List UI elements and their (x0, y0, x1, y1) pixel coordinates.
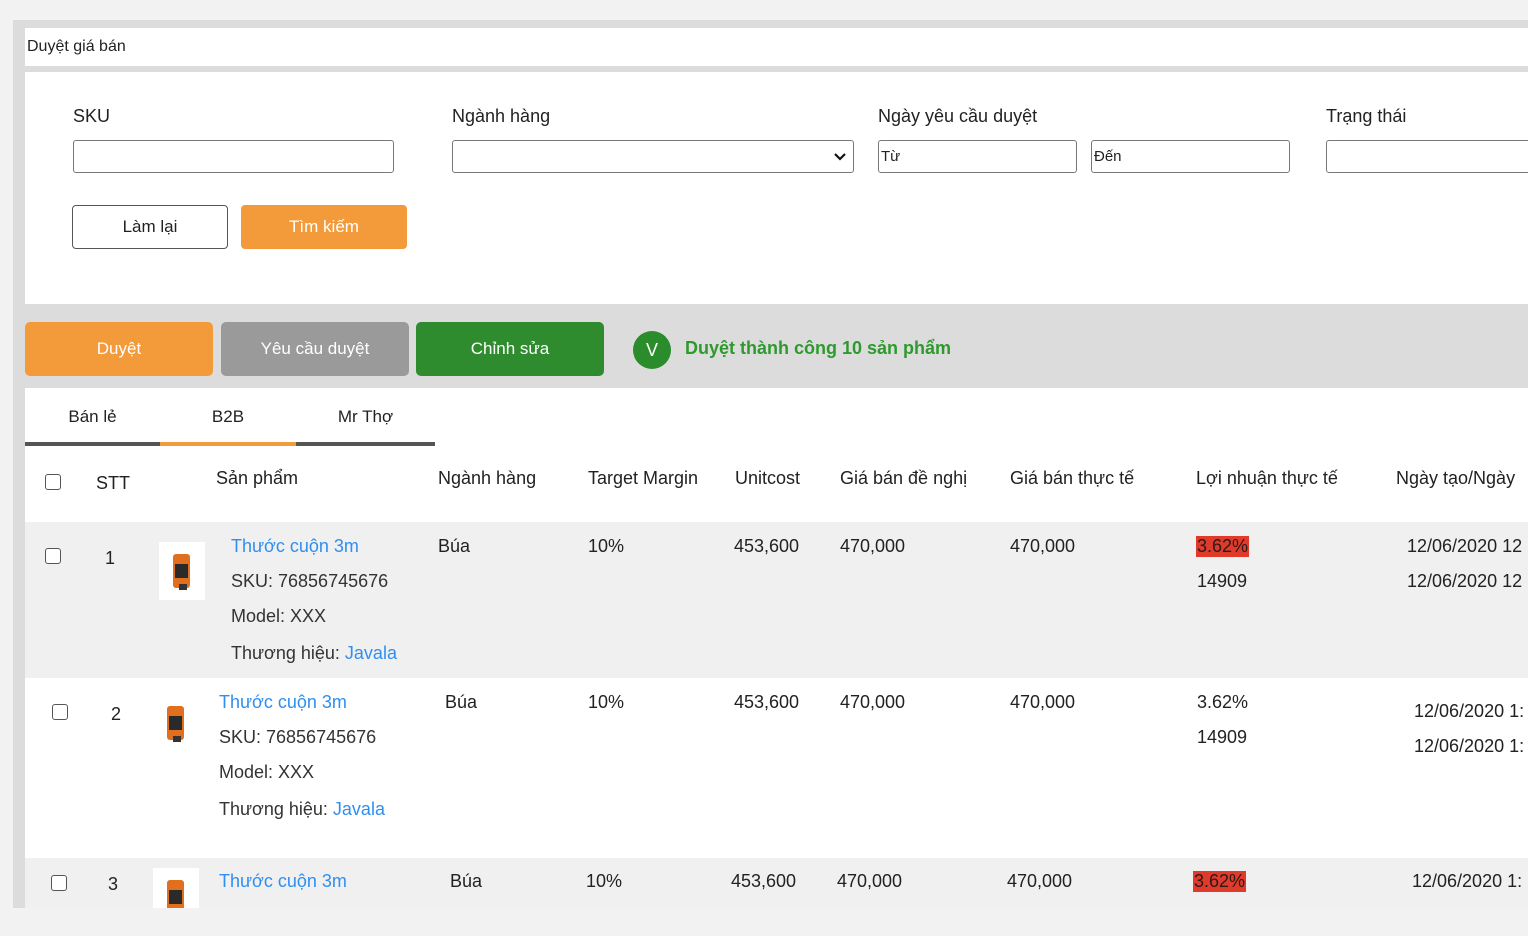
row-category: Búa (438, 536, 471, 556)
brand-link[interactable]: Javala (333, 799, 385, 819)
product-name-link[interactable]: Thước cuộn 3m (219, 692, 347, 713)
row-profit-percent: 3.62% (1193, 871, 1247, 892)
tab-retail-underline (25, 442, 160, 446)
status-select[interactable] (1326, 140, 1528, 173)
category-select[interactable] (452, 140, 854, 173)
success-message: Duyệt thành công 10 sản phẩm (685, 338, 952, 358)
row-actual-price: 470,000 (1010, 692, 1076, 712)
success-check-icon: V (633, 331, 671, 369)
row-profit-percent: 3.62% (1196, 536, 1250, 557)
table-header: STT Sản phẩm Ngành hàng Target Margin Un… (25, 448, 1528, 522)
product-brand: Thương hiệu: Javala (231, 643, 397, 664)
brand-label: Thương hiệu: (231, 643, 345, 663)
row-created-date: 12/06/2020 12 (1407, 536, 1523, 556)
request-date-label: Ngày yêu cầu duyệt (878, 106, 1038, 126)
row-suggested-price: 470,000 (840, 536, 906, 556)
product-sku: SKU: 76856745676 (219, 727, 377, 747)
product-name-link[interactable]: Thước cuộn 3m (231, 536, 359, 557)
row-checkbox[interactable] (52, 704, 68, 720)
search-button[interactable]: Tìm kiếm (241, 205, 407, 249)
tab-b2b-label: B2B (211, 407, 245, 426)
tab-mr-tho[interactable]: Mr Thợ (296, 388, 435, 446)
product-table-area: Bán lẻ B2B Mr Thợ STT Sản phẩm Ngành hàn… (25, 388, 1528, 908)
page-title: Duyệt giá bán (25, 28, 1528, 66)
product-thumbnail (153, 694, 199, 752)
status-label: Trạng thái (1326, 106, 1407, 126)
row-unitcost: 453,600 (734, 536, 800, 556)
column-header-target-margin: Target Margin (588, 468, 699, 488)
brand-label: Thương hiệu: (219, 799, 333, 819)
row-checkbox[interactable] (45, 548, 61, 564)
date-to-input[interactable]: Đến (1091, 140, 1290, 173)
tape-measure-icon (167, 880, 184, 908)
tab-b2b-underline (160, 442, 296, 446)
row-target-margin: 10% (588, 536, 625, 556)
row-category: Búa (445, 692, 478, 712)
row-updated-date: 12/06/2020 1: (1414, 736, 1525, 756)
row-stt: 1 (105, 548, 116, 568)
product-brand: Thương hiệu: Javala (219, 799, 385, 820)
tab-mr-tho-label: Mr Thợ (337, 407, 394, 426)
sku-label: SKU (73, 106, 111, 126)
product-thumbnail (153, 868, 199, 908)
row-created-date: 12/06/2020 1: (1412, 871, 1523, 891)
table-row: 1 Thước cuộn 3m SKU: 76856745676 Model: … (25, 522, 1528, 678)
channel-tabs: Bán lẻ B2B Mr Thợ (25, 388, 435, 448)
row-updated-date: 12/06/2020 12 (1407, 571, 1523, 591)
row-stt: 2 (111, 704, 122, 724)
row-category: Búa (450, 871, 483, 891)
edit-button[interactable]: Chỉnh sửa (416, 322, 604, 376)
tab-retail[interactable]: Bán lẻ (25, 388, 160, 446)
approval-page-frame: Duyệt giá bán SKU Ngành hàng Ngày yêu cầ… (13, 20, 1528, 908)
product-model: Model: XXX (231, 606, 327, 626)
approve-button[interactable]: Duyệt (25, 322, 213, 376)
category-label: Ngành hàng (452, 106, 551, 126)
row-created-date: 12/06/2020 1: (1414, 701, 1525, 721)
product-thumbnail (159, 542, 205, 600)
row-actual-price: 470,000 (1010, 536, 1076, 556)
tab-b2b[interactable]: B2B (160, 388, 296, 446)
actions-bar: Duyệt Yêu cầu duyệt Chỉnh sửa V Duyệt th… (25, 304, 1528, 388)
column-header-stt: STT (96, 473, 130, 493)
reset-button[interactable]: Làm lại (72, 205, 228, 249)
row-profit-percent: 3.62% (1197, 692, 1249, 712)
brand-link[interactable]: Javala (345, 643, 397, 663)
table-row: 2 Thước cuộn 3m SKU: 76856745676 Model: … (25, 678, 1528, 858)
product-sku: SKU: 76856745676 (231, 571, 389, 591)
product-name-link[interactable]: Thước cuộn 3m (219, 871, 347, 892)
tape-measure-icon (167, 706, 184, 742)
column-header-actual-price: Giá bán thực tế (1010, 468, 1135, 488)
filter-panel: SKU Ngành hàng Ngày yêu cầu duyệt Từ Đến… (25, 72, 1528, 304)
table-row: 3 Thước cuộn 3m Búa 10% 453,600 470,000 … (25, 858, 1528, 908)
tab-mr-tho-underline (296, 442, 435, 446)
tape-measure-icon (173, 554, 190, 590)
row-checkbox[interactable] (51, 875, 67, 891)
column-header-actual-profit: Lợi nhuận thực tế (1196, 468, 1338, 488)
column-header-category: Ngành hàng (438, 468, 537, 488)
row-actual-price: 470,000 (1007, 871, 1073, 891)
product-model: Model: XXX (219, 762, 315, 782)
chevron-down-icon (834, 152, 846, 161)
column-header-unitcost: Unitcost (735, 468, 801, 488)
row-suggested-price: 470,000 (840, 692, 906, 712)
row-unitcost: 453,600 (734, 692, 800, 712)
select-all-checkbox[interactable] (45, 474, 61, 490)
column-header-suggested-price: Giá bán đề nghị (840, 468, 968, 488)
tab-retail-label: Bán lẻ (68, 407, 117, 426)
row-profit-value: 14909 (1197, 727, 1248, 747)
row-target-margin: 10% (588, 692, 625, 712)
row-target-margin: 10% (586, 871, 623, 891)
row-profit-value: 14909 (1197, 571, 1248, 591)
column-header-created-date: Ngày tạo/Ngày (1396, 468, 1516, 488)
sku-input[interactable] (73, 140, 394, 173)
row-stt: 3 (108, 874, 119, 894)
row-unitcost: 453,600 (731, 871, 797, 891)
row-suggested-price: 470,000 (837, 871, 903, 891)
request-approval-button[interactable]: Yêu cầu duyệt (221, 322, 409, 376)
column-header-product: Sản phẩm (216, 468, 299, 488)
date-from-input[interactable]: Từ (878, 140, 1077, 173)
